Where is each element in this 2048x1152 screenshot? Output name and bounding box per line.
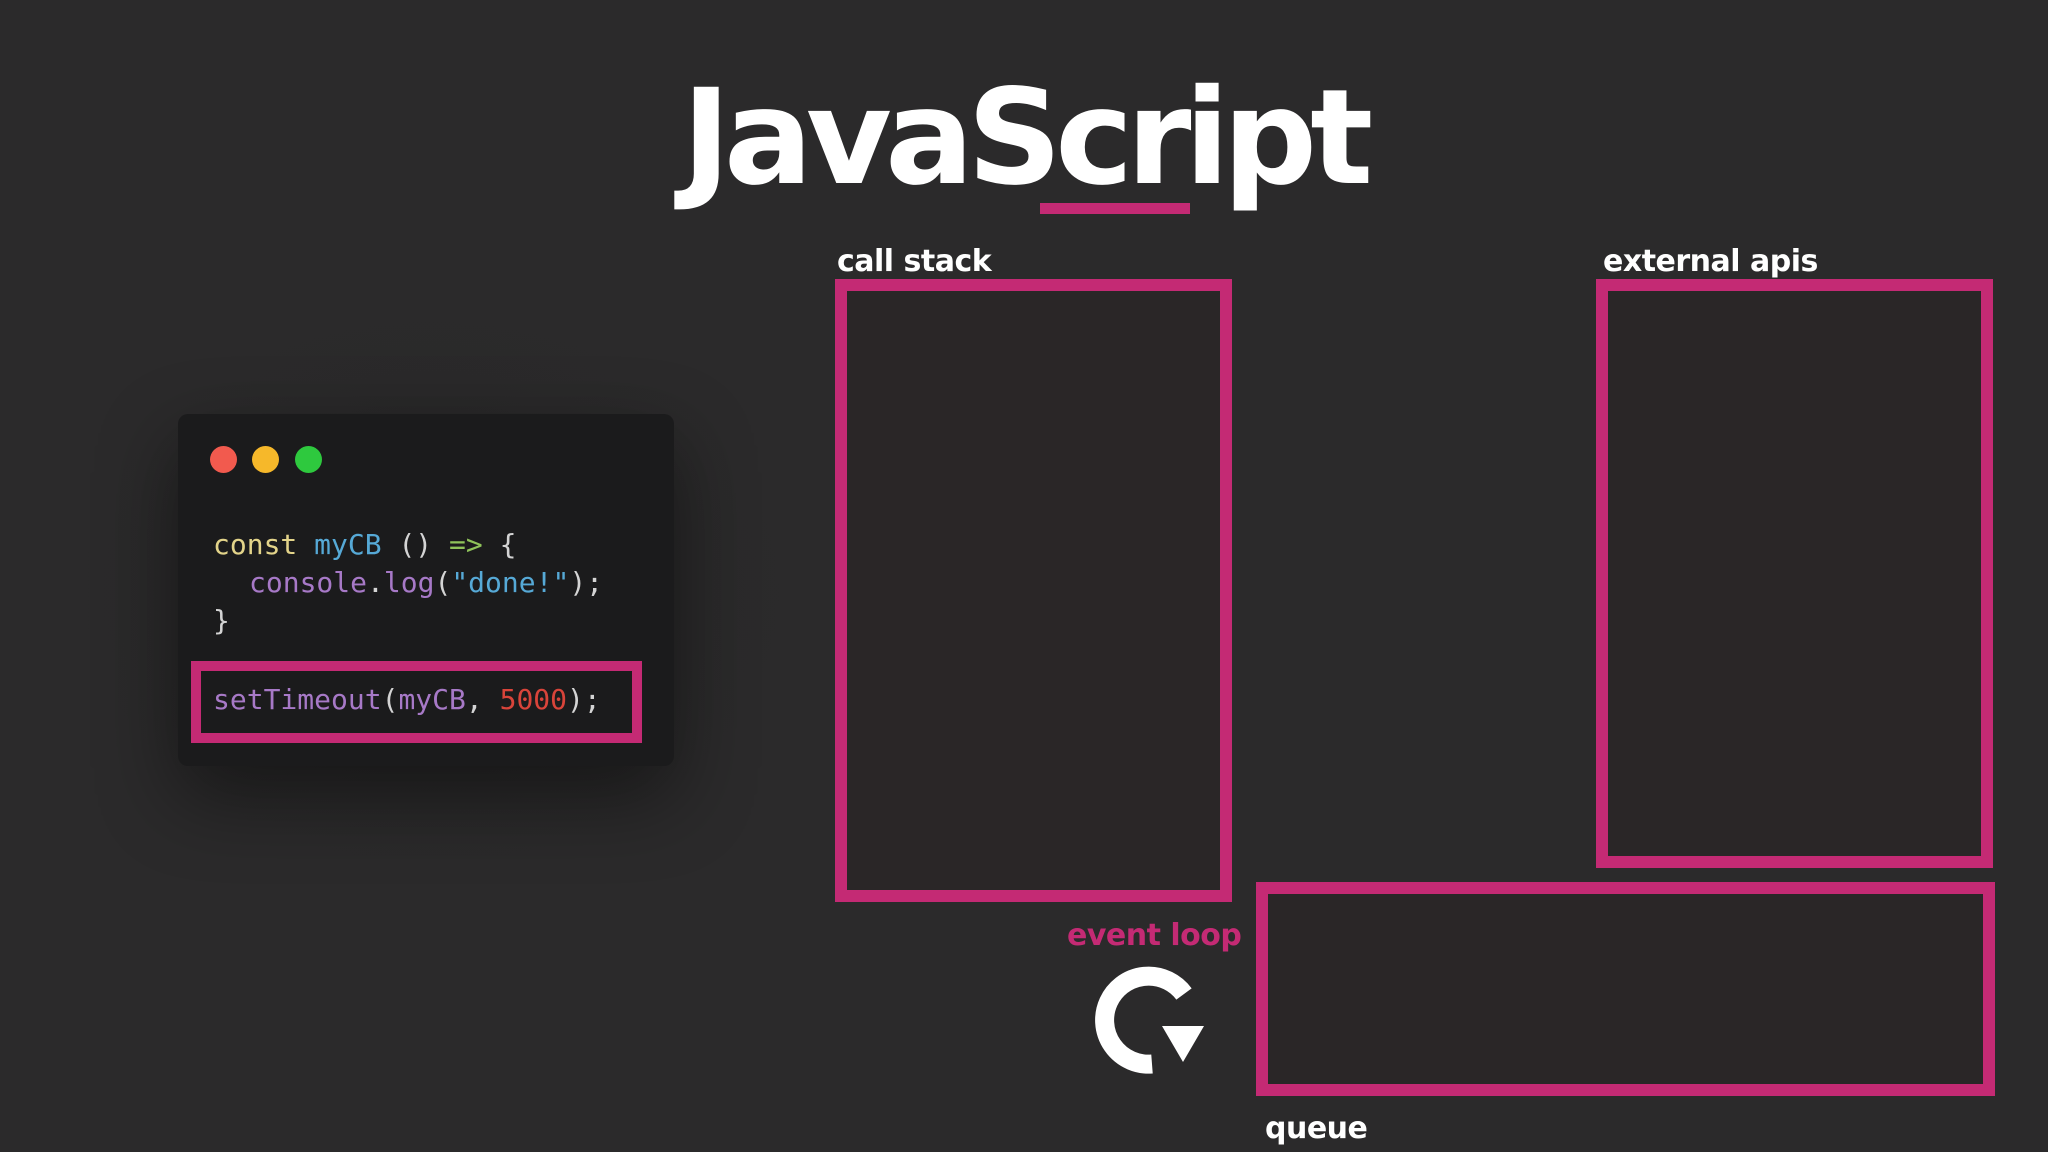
- circular-arrow-icon: [1095, 966, 1204, 1074]
- code-brace: {: [499, 528, 517, 561]
- code-object: console: [249, 566, 368, 599]
- code-close-paren: );: [567, 683, 601, 716]
- title-underline: [1040, 203, 1190, 214]
- minimize-dot-icon: [252, 446, 279, 473]
- code-function: setTimeout: [213, 683, 382, 716]
- code-argument: myCB: [398, 683, 466, 716]
- code-open-paren: (: [434, 566, 452, 599]
- code-line-2: console.log("done!");: [249, 569, 603, 597]
- external-apis-box: [1596, 279, 1993, 868]
- code-dot: .: [367, 566, 384, 599]
- code-comma: ,: [465, 683, 483, 716]
- call-stack-box: [835, 279, 1232, 902]
- maximize-dot-icon: [295, 446, 322, 473]
- code-close-paren: );: [569, 566, 604, 599]
- code-method: log: [383, 566, 435, 599]
- external-apis-label: external apis: [1603, 244, 1818, 279]
- code-string: "done!": [451, 566, 570, 599]
- code-brace: }: [213, 604, 230, 637]
- code-arrow: =>: [449, 528, 483, 561]
- queue-label: queue: [1265, 1111, 1368, 1146]
- code-open-paren: (: [381, 683, 399, 716]
- code-identifier: myCB: [314, 528, 382, 561]
- call-stack-label: call stack: [837, 244, 992, 279]
- slide-title: JavaScript: [681, 61, 1374, 215]
- code-line-1: const myCB () => {: [213, 531, 516, 559]
- code-keyword: const: [213, 528, 298, 561]
- close-dot-icon: [210, 446, 237, 473]
- code-number: 5000: [499, 683, 568, 716]
- event-loop-label: event loop: [1067, 918, 1242, 953]
- code-parens: (): [381, 528, 433, 561]
- code-line-4: setTimeout(myCB, 5000);: [213, 686, 601, 714]
- queue-box: [1256, 882, 1995, 1096]
- code-line-3: }: [213, 607, 230, 635]
